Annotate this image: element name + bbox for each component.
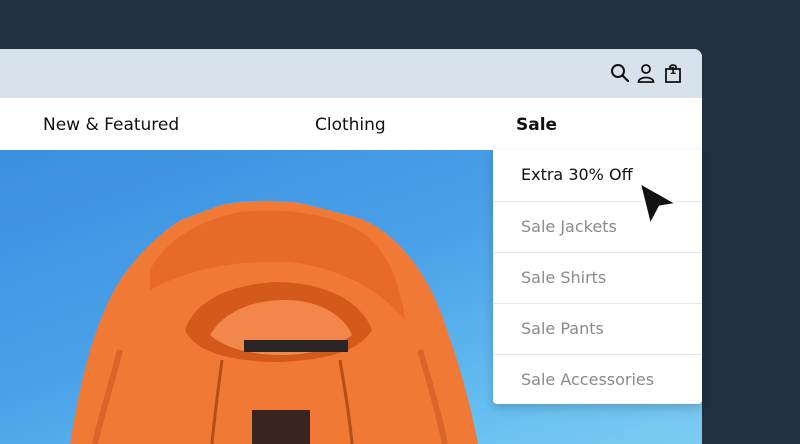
cart-count-badge: 1 — [669, 66, 677, 77]
dropdown-item-label: Sale Shirts — [521, 268, 607, 287]
main-nav: New & Featured Clothing Sale — [0, 98, 702, 150]
nav-item-new-featured[interactable]: New & Featured — [43, 115, 179, 135]
mouse-cursor-icon — [636, 180, 682, 232]
dropdown-item-label: Extra 30% Off — [521, 165, 633, 184]
top-bar: 1 — [0, 49, 702, 98]
nav-item-clothing[interactable]: Clothing — [315, 115, 386, 135]
search-icon[interactable] — [609, 62, 631, 84]
cart-icon[interactable]: 1 — [662, 62, 684, 84]
dropdown-item-sale-pants[interactable]: Sale Pants — [493, 303, 702, 353]
user-icon[interactable] — [635, 62, 657, 84]
dropdown-item-sale-shirts[interactable]: Sale Shirts — [493, 252, 702, 302]
dropdown-item-label: Sale Jackets — [521, 217, 617, 236]
dropdown-item-label: Sale Accessories — [521, 370, 655, 389]
nav-item-sale[interactable]: Sale — [516, 115, 557, 135]
dropdown-item-sale-accessories[interactable]: Sale Accessories — [493, 354, 702, 404]
dropdown-item-label: Sale Pants — [521, 319, 604, 338]
